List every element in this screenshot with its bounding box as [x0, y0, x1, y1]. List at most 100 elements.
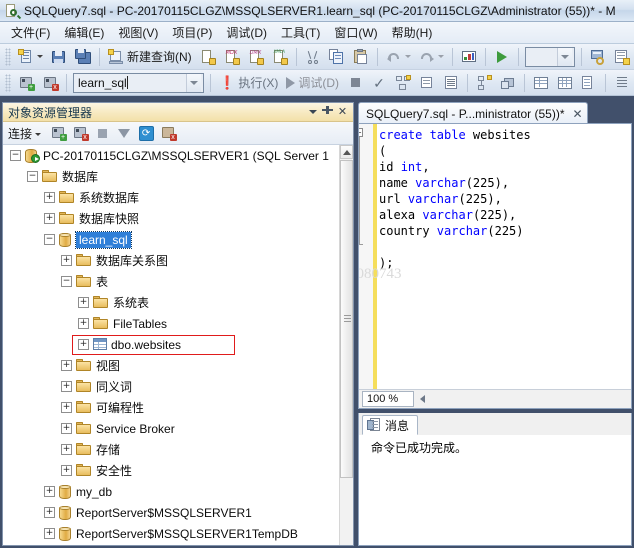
oe-stop-button[interactable]	[92, 124, 112, 143]
tab-messages[interactable]: 消息	[362, 415, 419, 435]
collapse-icon[interactable]: −	[44, 234, 55, 245]
sql-code-text[interactable]: create table websites (id int, name varcha…	[377, 124, 631, 389]
oe-refresh-button[interactable]: ⟳	[136, 124, 156, 143]
tree-node[interactable]: + 数据库关系图	[3, 250, 339, 271]
chevron-down-icon[interactable]	[437, 55, 444, 58]
copy-button[interactable]	[326, 46, 348, 68]
sql-editor[interactable]: − create table websites (id int, name varc…	[358, 123, 632, 409]
expand-icon[interactable]: +	[61, 381, 72, 392]
chevron-down-icon[interactable]	[557, 47, 572, 66]
tree-node[interactable]: + 安全性	[3, 460, 339, 481]
new-database-engine-query-button[interactable]	[197, 46, 219, 68]
tree-node[interactable]: + 存储	[3, 439, 339, 460]
save-button[interactable]	[48, 46, 70, 68]
expand-icon[interactable]: +	[61, 465, 72, 476]
tree-node[interactable]: + ReportServer$MSSQLSERVER1	[3, 502, 339, 523]
collapse-icon[interactable]: −	[61, 276, 72, 287]
expand-icon[interactable]: +	[44, 507, 55, 518]
collapse-icon[interactable]: −	[27, 171, 38, 182]
chevron-down-icon[interactable]	[35, 132, 42, 136]
oe-stop-refresh-button[interactable]: x	[158, 124, 178, 143]
debug-button[interactable]: 调试(D)	[283, 72, 342, 94]
sql-editor-body[interactable]: − create table websites (id int, name varc…	[359, 124, 631, 389]
connection-combo[interactable]	[524, 46, 575, 67]
results-to-file-button[interactable]	[578, 72, 600, 94]
chevron-down-icon[interactable]	[398, 392, 411, 406]
tree-node[interactable]: + dbo.websites	[3, 334, 339, 355]
expand-icon[interactable]: +	[61, 444, 72, 455]
new-analysis-services-dmx-query-button[interactable]: DMX	[245, 46, 267, 68]
menu-help[interactable]: 帮助(H)	[385, 22, 440, 43]
disconnect-button[interactable]: x	[39, 72, 61, 94]
close-icon[interactable]: ✕	[573, 107, 583, 121]
scrollbar-thumb[interactable]	[340, 160, 353, 478]
close-icon[interactable]: ✕	[335, 105, 350, 120]
connect-menu-label[interactable]: 连接	[8, 125, 32, 142]
object-explorer-vertical-scrollbar[interactable]	[339, 145, 353, 545]
new-analysis-services-mdx-query-button[interactable]: MDX	[221, 46, 243, 68]
stop-button[interactable]	[344, 72, 366, 94]
tree-node[interactable]: + 数据库快照	[3, 208, 339, 229]
tree-node[interactable]: − 数据库	[3, 166, 339, 187]
database-combo[interactable]: learn_sql	[73, 72, 205, 93]
query-options-button[interactable]	[416, 72, 438, 94]
chevron-down-icon[interactable]	[404, 55, 411, 58]
menu-edit[interactable]: 编辑(E)	[57, 22, 111, 43]
expand-icon[interactable]: +	[44, 213, 55, 224]
template-explorer-button[interactable]	[611, 46, 633, 68]
tree-node[interactable]: +yjj3	[3, 544, 339, 545]
new-analysis-services-xmla-query-button[interactable]: XMLA	[269, 46, 291, 68]
tree-node[interactable]: + my_db	[3, 481, 339, 502]
tree-node[interactable]: + 视图	[3, 355, 339, 376]
oe-filter-button[interactable]	[114, 124, 134, 143]
toolbar-grip[interactable]	[5, 47, 11, 66]
tree-node[interactable]: − learn_sql	[3, 229, 339, 250]
tree-node[interactable]: + Service Broker	[3, 418, 339, 439]
tree-node[interactable]: + 系统数据库	[3, 187, 339, 208]
collapse-icon[interactable]: −	[359, 128, 363, 137]
expand-icon[interactable]: +	[61, 423, 72, 434]
execute-button[interactable]: ❗ 执行(X)	[216, 72, 281, 94]
menu-file[interactable]: 文件(F)	[4, 22, 57, 43]
connect-button[interactable]: +	[15, 72, 37, 94]
expand-icon[interactable]: +	[61, 402, 72, 413]
menu-project[interactable]: 项目(P)	[165, 22, 219, 43]
undo-button[interactable]	[383, 46, 414, 68]
panel-menu-chevron-icon[interactable]	[305, 105, 320, 120]
pin-icon[interactable]	[320, 105, 335, 120]
tab-sqlquery7[interactable]: SQLQuery7.sql - P...ministrator (55))* ✕	[358, 102, 588, 124]
results-to-grid-2-button[interactable]	[554, 72, 576, 94]
parse-button[interactable]: ✓	[368, 72, 390, 94]
include-client-statistics-button[interactable]	[497, 72, 519, 94]
menu-tools[interactable]: 工具(T)	[274, 22, 327, 43]
redo-button[interactable]	[416, 46, 447, 68]
expand-icon[interactable]: +	[44, 486, 55, 497]
object-explorer-tree[interactable]: − PC-20170115CLGZ\MSSQLSERVER1 (SQL Serve…	[3, 145, 353, 545]
oe-connect-button[interactable]: +	[48, 124, 68, 143]
cut-button[interactable]	[302, 46, 324, 68]
expand-icon[interactable]: +	[78, 339, 89, 350]
tree-node[interactable]: + ReportServer$MSSQLSERVER1TempDB	[3, 523, 339, 544]
collapse-icon[interactable]: −	[10, 150, 21, 161]
tree-node[interactable]: + FileTables	[3, 313, 339, 334]
results-to-text-button[interactable]	[440, 72, 462, 94]
menu-view[interactable]: 视图(V)	[111, 22, 165, 43]
new-project-button[interactable]	[15, 46, 46, 68]
tree-node[interactable]: − 表	[3, 271, 339, 292]
chevron-down-icon[interactable]	[186, 73, 202, 92]
results-to-grid-button[interactable]	[530, 72, 552, 94]
tree-node[interactable]: + 可编程性	[3, 397, 339, 418]
menu-window[interactable]: 窗口(W)	[327, 22, 384, 43]
toolbar-grip[interactable]	[5, 73, 11, 92]
zoom-combo[interactable]: 100 %	[362, 391, 415, 407]
menu-debug[interactable]: 调试(D)	[219, 22, 274, 43]
new-query-button[interactable]: 新建查询(N)	[105, 46, 195, 68]
paste-button[interactable]	[350, 46, 372, 68]
expand-icon[interactable]: +	[44, 192, 55, 203]
chevron-down-icon[interactable]	[37, 55, 43, 58]
scroll-left-arrow-icon[interactable]	[420, 395, 426, 403]
oe-disconnect-button[interactable]: x	[70, 124, 90, 143]
save-all-button[interactable]	[72, 46, 94, 68]
execute-toolbar-button[interactable]	[491, 46, 513, 68]
expand-icon[interactable]: +	[78, 297, 89, 308]
